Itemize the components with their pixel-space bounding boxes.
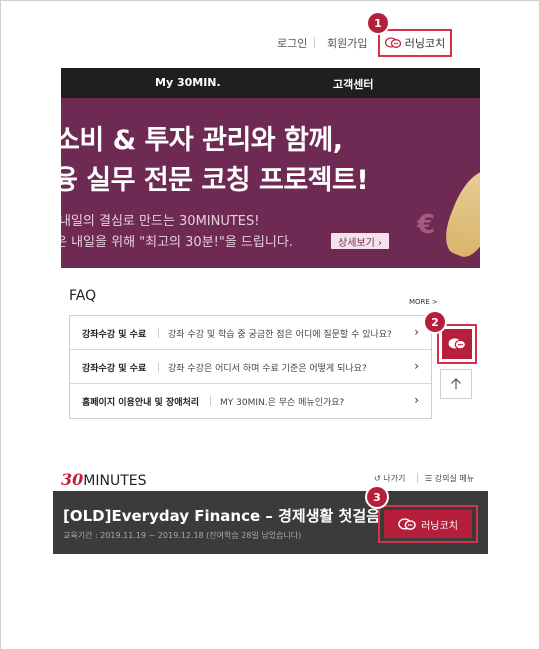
signup-link[interactable]: 회원가입 — [327, 35, 367, 51]
top-nav: 로그인 회원가입 러닝코치 — [1, 29, 540, 57]
chevron-right-icon: › — [414, 325, 419, 339]
faq-divider — [158, 328, 159, 338]
faq-divider — [210, 396, 211, 406]
site-logo[interactable]: 30MINUTES — [61, 470, 146, 489]
faq-category: 강좌수강 및 수료 — [82, 364, 147, 374]
hamburger-icon: ☰ — [425, 474, 435, 483]
course-coach-highlight: 러닝코치 — [378, 505, 478, 543]
classroom-menu-label: 강의실 메뉴 — [434, 474, 475, 483]
faq-list: 강좌수강 및 수료 강좌 수강 및 학습 중 궁금한 점은 어디에 질문할 수 … — [69, 315, 432, 419]
classroom-menu-link[interactable]: ☰ 강의실 메뉴 — [425, 473, 474, 484]
euro-icon: € — [417, 210, 436, 240]
chevron-right-icon: › — [414, 359, 419, 373]
floating-coach-button[interactable] — [437, 324, 477, 364]
promo-banner[interactable]: 소비 & 투자 관리와 함께, 융 실무 전문 코칭 프로젝트! 내일의 결심로… — [61, 98, 480, 268]
logo-text: MINUTES — [83, 473, 147, 489]
menu-customer-center[interactable]: 고객센터 — [333, 76, 373, 92]
scroll-to-top-button[interactable] — [440, 369, 472, 399]
faq-title: FAQ — [69, 288, 97, 304]
banner-headline-1: 소비 & 투자 관리와 함께, — [61, 125, 343, 156]
faq-item[interactable]: 홈페이지 이용안내 및 장애처리 MY 30MIN.은 무슨 메뉴인가요? › — [70, 384, 431, 418]
marker-1: 1 — [368, 13, 388, 33]
chevron-right-icon: › — [414, 393, 419, 407]
faq-more-link[interactable]: MORE > — [409, 298, 438, 306]
faq-category: 홈페이지 이용안내 및 장애처리 — [82, 398, 200, 408]
menu-my-30min[interactable]: My 30MIN. — [155, 76, 221, 89]
floating-coach-inner — [442, 329, 472, 359]
faq-item[interactable]: 강좌수강 및 수료 강좌 수강 및 학습 중 궁금한 점은 어디에 질문할 수 … — [70, 316, 431, 350]
util-divider — [417, 473, 418, 483]
faq-category: 강좌수강 및 수료 — [82, 330, 147, 340]
banner-headline-2: 융 실무 전문 코칭 프로젝트! — [61, 165, 369, 196]
chat-bubbles-icon — [448, 338, 466, 350]
banner-subtext-1: 내일의 결심로 만드는 30MINUTES! — [61, 214, 260, 229]
chat-bubbles-icon — [384, 37, 401, 48]
logo-number: 30 — [61, 470, 84, 489]
back-arrow-icon: ↺ — [374, 474, 384, 483]
course-title: [OLD]Everyday Finance – 경제생활 첫걸음! — [63, 507, 387, 525]
course-coach-button[interactable]: 러닝코치 — [384, 510, 472, 538]
chat-bubbles-icon — [398, 517, 416, 530]
faq-question: MY 30MIN.은 무슨 메뉴인가요? — [220, 398, 345, 408]
exit-label: 나가기 — [383, 474, 406, 483]
feather-graphic — [437, 163, 480, 263]
nav-divider — [314, 37, 315, 48]
exit-link[interactable]: ↺ 나가기 — [374, 473, 405, 484]
faq-question: 강좌 수강 및 학습 중 궁금한 점은 어디에 질문할 수 있나요? — [168, 330, 392, 340]
page-frame: 로그인 회원가입 러닝코치 1 My 30MIN. 고객센터 소비 & 투자 관… — [0, 0, 540, 650]
marker-2: 2 — [425, 312, 445, 332]
marker-3: 3 — [367, 487, 387, 507]
arrow-up-icon — [451, 378, 461, 389]
main-menu-bar: My 30MIN. 고객센터 — [61, 68, 480, 98]
banner-detail-button[interactable]: 상세보기 › — [331, 233, 389, 249]
faq-question: 강좌 수강은 어디서 하며 수료 기준은 어떻게 되나요? — [168, 364, 367, 374]
course-coach-label: 러닝코치 — [421, 520, 458, 532]
faq-item[interactable]: 강좌수강 및 수료 강좌 수강은 어디서 하며 수료 기준은 어떻게 되나요? … — [70, 350, 431, 384]
course-bar: [OLD]Everyday Finance – 경제생활 첫걸음! 교육기간 :… — [53, 491, 488, 554]
running-coach-top-button[interactable]: 러닝코치 — [378, 29, 452, 57]
faq-divider — [158, 362, 159, 372]
running-coach-label: 러닝코치 — [404, 37, 446, 50]
course-period: 교육기간 : 2019.11.19 ~ 2019.12.18 (잔여학습 28일… — [63, 531, 302, 540]
login-link[interactable]: 로그인 — [277, 35, 307, 51]
banner-subtext-2: 은 내일을 위해 "최고의 30분!"을 드립니다. — [61, 235, 293, 250]
